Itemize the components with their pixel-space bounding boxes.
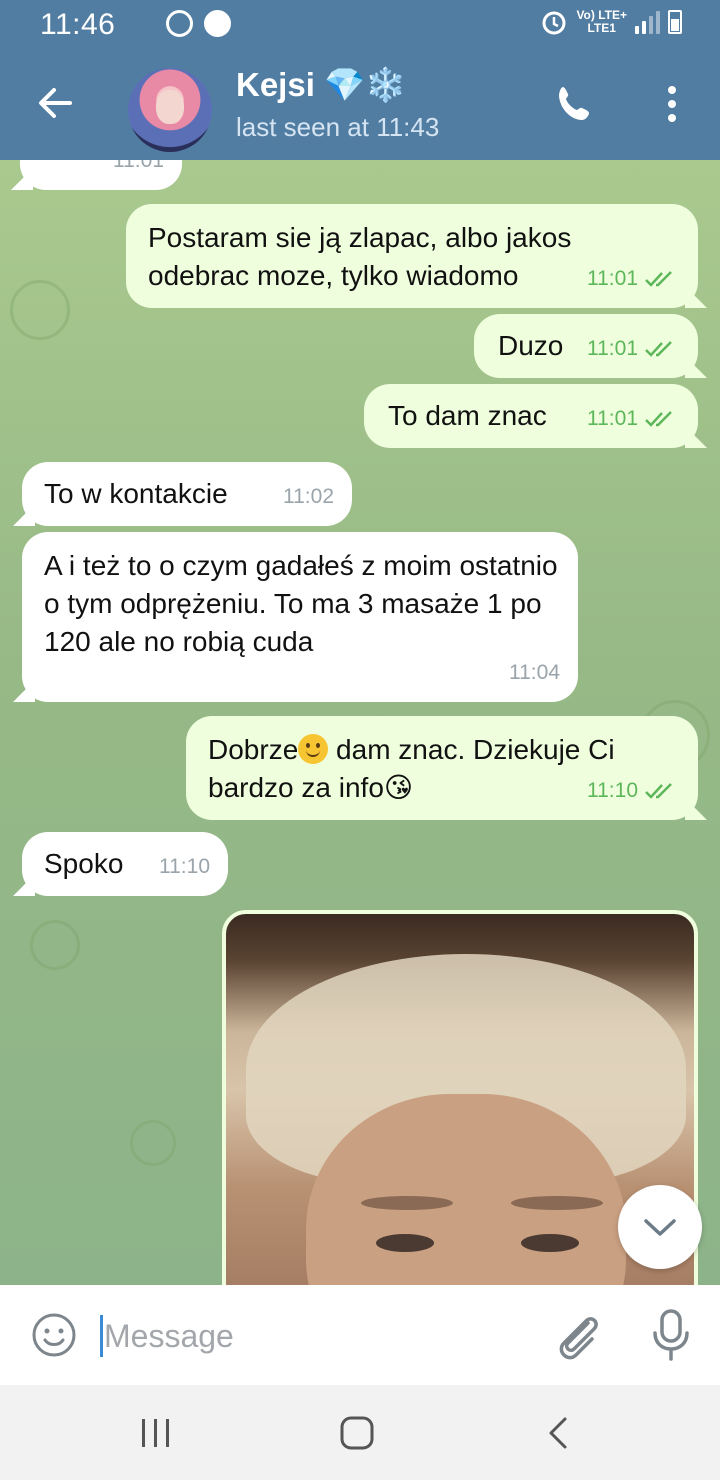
message-outgoing[interactable]: To dam znac 11:01: [364, 384, 698, 448]
attach-paperclip-icon[interactable]: [552, 1307, 602, 1363]
message-meta: 11:01: [587, 400, 680, 438]
message-incoming[interactable]: Spoko 11:10: [22, 832, 228, 896]
recent-apps-icon[interactable]: [138, 1417, 174, 1449]
double-check-icon: [645, 271, 672, 287]
more-options-icon[interactable]: [660, 82, 684, 126]
chevron-down-icon: [644, 1219, 676, 1236]
scroll-down-button[interactable]: [618, 1185, 702, 1269]
message-outgoing[interactable]: Duzo 11:01: [474, 314, 698, 378]
whatsapp-icon: [166, 10, 193, 37]
message-incoming[interactable]: No 11:01: [20, 160, 182, 190]
message-meta: 11:10: [587, 772, 680, 810]
message-meta: 11:10: [159, 855, 210, 878]
message-meta: 11:01: [587, 260, 680, 298]
back-arrow-icon[interactable]: [34, 82, 76, 124]
avatar[interactable]: [128, 68, 212, 152]
microphone-icon[interactable]: [650, 1307, 692, 1363]
message-meta: 11:02: [283, 485, 334, 508]
double-check-icon: [645, 411, 672, 427]
message-meta: 11:04: [509, 661, 560, 684]
chat-header: Kejsi 💎❄️ last seen at 11:43: [0, 50, 720, 160]
android-nav-bar: [0, 1385, 720, 1480]
status-time: 11:46: [40, 8, 116, 41]
chat-area[interactable]: No 11:01 Postaram sie ją zlapac, albo ja…: [0, 160, 720, 1285]
wallpaper-doodle: [30, 920, 80, 970]
last-seen: last seen at 11:43: [236, 112, 440, 142]
phone-call-icon[interactable]: [554, 82, 598, 126]
smile-emoji-icon: [298, 734, 329, 764]
network-type: Vo) LTE+ LTE1: [576, 8, 627, 35]
home-icon[interactable]: [338, 1415, 376, 1451]
status-bar: 11:46 Vo) LTE+ LTE1: [0, 0, 720, 50]
account-icon: [204, 10, 231, 37]
message-incoming[interactable]: To w kontakcie 11:02: [22, 462, 352, 526]
contact-name[interactable]: Kejsi 💎❄️: [236, 66, 406, 105]
top-bar: 11:46 Vo) LTE+ LTE1 Kejsi 💎❄️ last seen …: [0, 0, 720, 160]
signal-icon: [635, 10, 660, 34]
photo-eye: [376, 1234, 434, 1252]
double-check-icon: [645, 341, 672, 357]
photo-brow: [511, 1196, 603, 1210]
battery-icon: [668, 10, 682, 34]
wallpaper-doodle: [10, 280, 70, 340]
photo-eye: [521, 1234, 579, 1252]
double-check-icon: [645, 783, 672, 799]
nav-back-icon[interactable]: [545, 1415, 571, 1451]
photo-brow: [361, 1196, 453, 1210]
message-outgoing[interactable]: Dobrze dam znac. Dziekuje Ci bardzo za i…: [186, 716, 698, 820]
alarm-icon: [542, 11, 566, 35]
message-input[interactable]: [104, 1311, 524, 1361]
message-incoming[interactable]: A i też to o czym gadałeś z moim ostatni…: [22, 532, 578, 702]
emoji-icon[interactable]: [30, 1311, 78, 1359]
composer: [0, 1285, 720, 1385]
message-meta: 11:01: [587, 330, 680, 368]
status-right: Vo) LTE+ LTE1: [540, 8, 682, 36]
text-cursor: [100, 1315, 103, 1357]
wallpaper-doodle: [130, 1120, 176, 1166]
message-outgoing[interactable]: Postaram sie ją zlapac, albo jakos odebr…: [126, 204, 698, 308]
message-meta: 11:01: [113, 160, 164, 172]
